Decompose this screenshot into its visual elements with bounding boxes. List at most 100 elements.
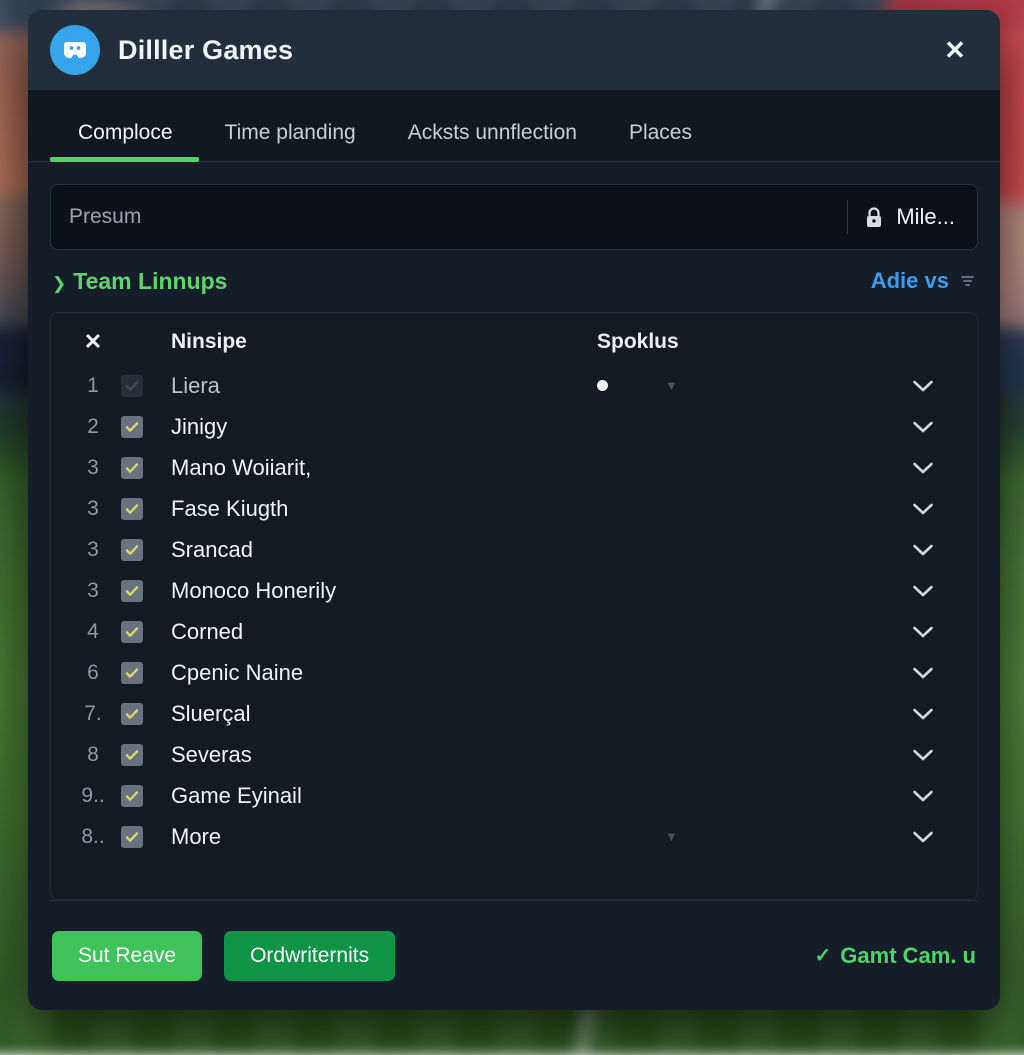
- row-checkbox-cell: [121, 743, 159, 766]
- row-checkbox-cell: [121, 620, 159, 643]
- table-header-row: ✕ Ninsipe Spoklus: [65, 313, 963, 365]
- checkbox-checked[interactable]: [121, 538, 143, 561]
- row-index: 3: [87, 537, 99, 561]
- status-badge: ✓ Gamt Cam. u: [815, 943, 976, 969]
- row-index: 8..: [81, 824, 105, 848]
- chevron-down-icon[interactable]: [883, 625, 963, 639]
- checkbox-checked[interactable]: [121, 702, 143, 725]
- sut-reave-button[interactable]: Sut Reave: [52, 930, 203, 981]
- team-linnups-toggle[interactable]: ❯ Team Linnups: [52, 268, 227, 295]
- row-name: Cpenic Naine: [171, 659, 304, 685]
- table-row[interactable]: 3 Fase Kiugth: [65, 488, 963, 529]
- row-name: Sluerçal: [171, 700, 251, 726]
- table-row[interactable]: 3 Monoco Honerily: [65, 570, 963, 611]
- row-checkbox-cell: [121, 497, 159, 520]
- search-scope-label[interactable]: Mile...: [896, 204, 955, 230]
- dilller-games-dialog: Dilller Games ✕ Comploce Time planding A…: [28, 10, 1000, 1010]
- divider: [847, 200, 849, 234]
- row-index: 3: [87, 578, 99, 602]
- row-index: 1: [87, 373, 99, 397]
- header-name-cell: Ninsipe: [159, 330, 583, 354]
- tab-bar: Comploce Time planding Acksts unnflectio…: [28, 90, 1000, 162]
- chevron-down-icon[interactable]: [883, 830, 963, 844]
- chevron-down-icon[interactable]: [883, 461, 963, 475]
- row-name: Severas: [171, 741, 252, 767]
- tab-places[interactable]: Places: [603, 121, 718, 161]
- row-index: 4: [87, 619, 99, 643]
- table-row[interactable]: 3 Mano Woiiarit,: [65, 447, 963, 488]
- column-header-spoklus: Spoklus: [597, 330, 679, 353]
- row-name: Jinigy: [171, 413, 228, 439]
- chevron-right-icon: ❯: [52, 273, 67, 293]
- chevron-down-icon[interactable]: [883, 379, 963, 393]
- checkbox-checked[interactable]: [121, 743, 143, 766]
- header-stat-cell: Spoklus: [583, 330, 883, 354]
- row-checkbox-cell: [121, 661, 159, 684]
- chevron-down-icon[interactable]: [883, 502, 963, 516]
- lineup-table: ✕ Ninsipe Spoklus 1 Liera ▼ 2 Jinigy 3 Mano Wo…: [50, 312, 978, 900]
- search-input[interactable]: [69, 205, 840, 229]
- adie-vs-link[interactable]: Adie vs: [871, 268, 974, 294]
- checkbox-checked[interactable]: [121, 661, 143, 684]
- caret-down-icon[interactable]: ▼: [665, 829, 678, 844]
- checkbox-checked[interactable]: [121, 456, 143, 479]
- checkbox-checked[interactable]: [121, 825, 143, 848]
- chevron-down-icon[interactable]: [883, 707, 963, 721]
- row-checkbox-cell: [121, 702, 159, 725]
- row-stat-cell: ▼: [583, 378, 883, 393]
- table-row[interactable]: 6 Cpenic Naine: [65, 652, 963, 693]
- checkbox-checked[interactable]: [121, 579, 143, 602]
- table-body: 1 Liera ▼ 2 Jinigy 3 Mano Woiiarit, 3 Fase Kiugt…: [65, 365, 963, 899]
- row-index: 9..: [81, 783, 105, 807]
- close-icon[interactable]: ✕: [938, 33, 972, 67]
- caret-down-icon[interactable]: ▼: [665, 378, 678, 393]
- chevron-down-icon[interactable]: [883, 543, 963, 557]
- row-checkbox-cell: [121, 415, 159, 438]
- row-name: Mano Woiiarit,: [171, 454, 312, 480]
- row-index: 3: [87, 455, 99, 479]
- check-icon: ✓: [814, 945, 832, 967]
- row-name: More: [171, 823, 222, 849]
- sort-icon[interactable]: [961, 276, 974, 286]
- tab-time-planding[interactable]: Time planding: [199, 121, 382, 161]
- checkbox-unchecked[interactable]: [121, 374, 143, 397]
- table-row[interactable]: 3 Srancad: [65, 529, 963, 570]
- ordwriternits-button[interactable]: Ordwriternits: [224, 930, 396, 981]
- x-icon[interactable]: ✕: [84, 329, 102, 354]
- chevron-down-icon[interactable]: [883, 666, 963, 680]
- game-controller-avatar-icon: [50, 25, 100, 75]
- chevron-down-icon[interactable]: [883, 789, 963, 803]
- tab-acksts-unnflection[interactable]: Acksts unnflection: [382, 121, 603, 161]
- checkbox-checked[interactable]: [121, 497, 143, 520]
- table-row[interactable]: 2 Jinigy: [65, 406, 963, 447]
- row-checkbox-cell: [121, 825, 159, 848]
- row-name: Monoco Honerily: [171, 577, 337, 603]
- row-name: Game Eyinail: [171, 782, 302, 808]
- table-row[interactable]: 9.. Game Eyinail: [65, 775, 963, 816]
- chevron-down-icon[interactable]: [883, 748, 963, 762]
- chevron-down-icon[interactable]: [883, 584, 963, 598]
- table-row[interactable]: 8 Severas: [65, 734, 963, 775]
- lock-icon: [864, 206, 884, 229]
- row-index: 6: [87, 660, 99, 684]
- table-row[interactable]: 4 Corned: [65, 611, 963, 652]
- status-label: Gamt Cam. u: [840, 942, 976, 968]
- table-row[interactable]: 8.. More ▼: [65, 816, 963, 857]
- row-checkbox-cell: [121, 784, 159, 807]
- checkbox-checked[interactable]: [121, 784, 143, 807]
- header-x-cell: ✕: [65, 329, 121, 355]
- tab-comploce[interactable]: Comploce: [50, 121, 199, 162]
- checkbox-checked[interactable]: [121, 620, 143, 643]
- column-header-ninsipe: Ninsipe: [171, 330, 247, 353]
- row-name: Srancad: [171, 536, 253, 562]
- row-index: 3: [87, 496, 99, 520]
- row-stat-cell: ▼: [583, 829, 883, 844]
- row-checkbox-cell: [121, 374, 159, 397]
- checkbox-checked[interactable]: [121, 415, 143, 438]
- table-row[interactable]: 7. Sluerçal: [65, 693, 963, 734]
- table-row[interactable]: 1 Liera ▼: [65, 365, 963, 406]
- section-link-label: Adie vs: [870, 268, 949, 293]
- section-header: ❯ Team Linnups Adie vs: [50, 250, 978, 312]
- status-dot-icon: [597, 380, 608, 391]
- chevron-down-icon[interactable]: [883, 420, 963, 434]
